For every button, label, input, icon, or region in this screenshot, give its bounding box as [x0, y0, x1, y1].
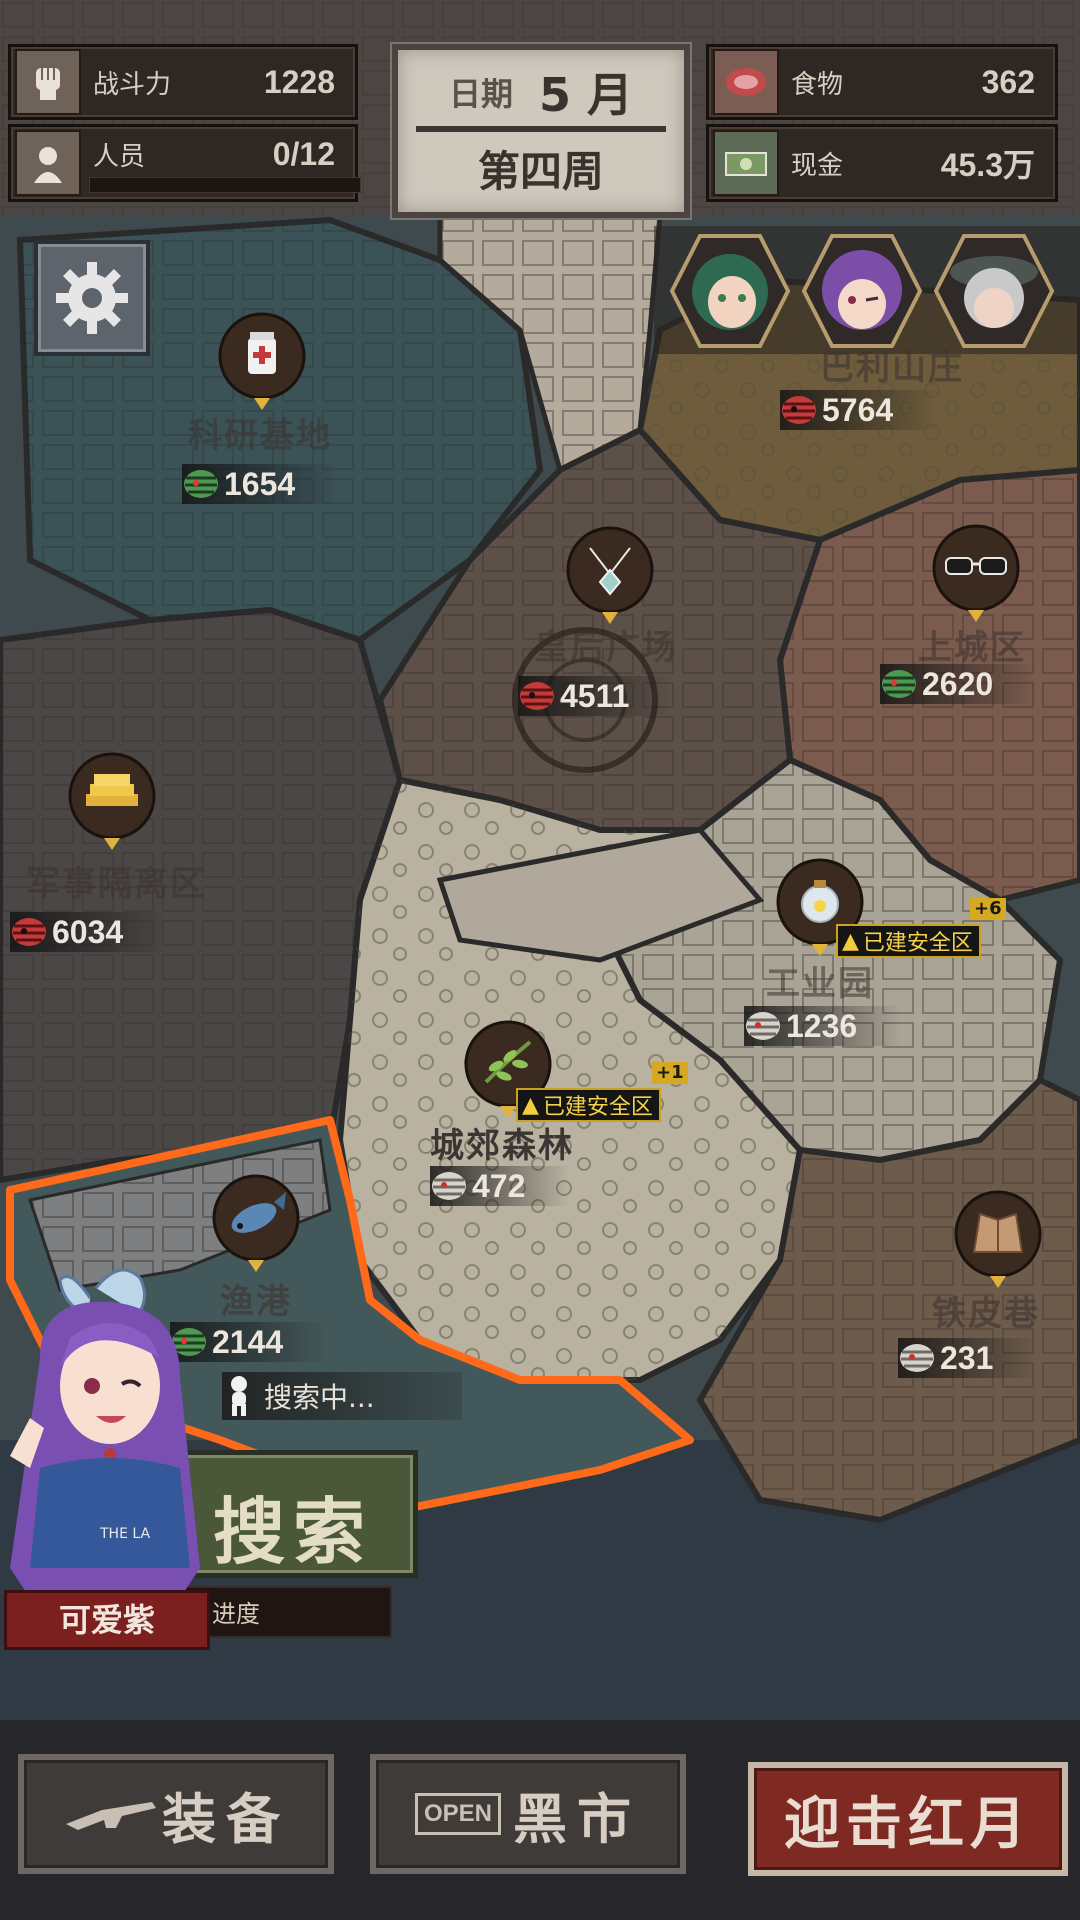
portrait-purple-hair[interactable]: [802, 232, 922, 350]
cash-label: 现金: [791, 150, 844, 181]
portrait-grey-hair[interactable]: [934, 232, 1054, 350]
mummy-head-green-icon: [882, 670, 916, 698]
zone-power-queen-square: 4511: [518, 676, 674, 716]
fist-icon: [15, 49, 81, 115]
searching-status: 搜索中...: [222, 1372, 462, 1420]
date-week: 第四周: [477, 147, 604, 196]
date-divider: [416, 126, 666, 132]
character-purple-hair: THE LA: [10, 1268, 200, 1598]
personnel-panel: 人员 0/12: [8, 124, 361, 202]
zone-name-research-base: 科研基地: [188, 416, 332, 456]
black-market-button[interactable]: OPEN 黑市: [370, 1754, 686, 1874]
character-name-label: 可爱紫: [4, 1590, 210, 1650]
zone-name-tin-alley: 铁皮巷: [932, 1294, 1040, 1334]
zone-name-industrial-park: 工业园: [766, 964, 874, 1004]
mummy-head-red-icon: [782, 396, 816, 424]
food-label: 食物: [791, 69, 844, 100]
settings-button[interactable]: [34, 240, 150, 356]
zone-marker-tin-alley[interactable]: [954, 1190, 1042, 1290]
zone-power-barry-manor: 5764: [780, 390, 938, 430]
zone-name-military-quarantine: 军事隔离区: [26, 864, 206, 904]
tent-icon: ▲: [522, 1092, 539, 1118]
zone-marker-uptown[interactable]: [932, 524, 1020, 624]
zone-power-industrial-park: 1236: [744, 1006, 902, 1046]
mummy-head-grey-icon: [432, 1172, 466, 1200]
tent-icon: ▲: [842, 928, 859, 954]
personnel-label: 人员: [93, 141, 146, 172]
zone-power-tin-alley: 231: [898, 1338, 1038, 1378]
zone-marker-research-base[interactable]: [218, 312, 306, 412]
equipment-button[interactable]: 装备: [18, 1754, 334, 1874]
mummy-head-green-icon: [184, 470, 218, 498]
zone-name-suburban-forest: 城郊森林: [430, 1126, 574, 1166]
combat-power-panel: 战斗力 1228: [8, 44, 358, 120]
portrait-green-hair[interactable]: [670, 232, 790, 350]
zone-name-uptown: 上城区: [918, 628, 1026, 668]
mummy-head-grey-icon: [900, 1344, 934, 1372]
game-screen: { "hud": { "combat_label": "战斗力", "comba…: [0, 0, 1080, 1920]
safe-zone-badge-industrial: ▲ 已建安全区: [836, 924, 981, 958]
personnel-value: 0/12: [272, 135, 335, 172]
bonus-badge-forest: +1: [652, 1062, 688, 1084]
food-value: 362: [981, 63, 1035, 100]
bonus-badge-industrial: +6: [970, 898, 1006, 920]
date-board: 日期 5 月 第四周: [392, 44, 690, 218]
zone-power-uptown: 2620: [880, 664, 1038, 704]
zone-marker-queen-square[interactable]: [566, 526, 654, 626]
rifle-icon: [66, 1802, 156, 1830]
cash-value: 45.3万: [940, 147, 1035, 183]
mummy-head-red-icon: [12, 918, 46, 946]
combat-power-label: 战斗力: [93, 69, 172, 100]
zone-marker-military-quarantine[interactable]: [68, 752, 156, 852]
zone-name-queen-square: 皇后广场: [534, 628, 678, 668]
combat-power-value: 1228: [263, 63, 335, 100]
meat-icon: [713, 49, 779, 115]
zone-name-barry-manor: 巴利山庄: [820, 348, 964, 388]
cash-icon: [713, 130, 779, 196]
food-panel: 食物 362: [706, 44, 1058, 120]
mummy-head-red-icon: [520, 682, 554, 710]
team-portraits: [654, 226, 1080, 354]
zone-power-military-quarantine: 6034: [10, 912, 168, 952]
zone-power-suburban-forest: 472: [430, 1166, 570, 1206]
personnel-bar: [89, 177, 361, 193]
zone-power-research-base: 1654: [182, 464, 340, 504]
open-sign-icon: OPEN: [414, 1793, 501, 1835]
date-month: 5 月: [538, 68, 634, 122]
zone-marker-fishing-port[interactable]: [212, 1174, 300, 1274]
person-icon: [15, 130, 81, 196]
svg-text:THE LA: THE LA: [99, 1526, 150, 1542]
gear-icon: [56, 262, 128, 334]
mummy-head-grey-icon: [746, 1012, 780, 1040]
cash-panel: 现金 45.3万: [706, 124, 1058, 202]
safe-zone-badge-forest: ▲ 已建安全区: [516, 1088, 661, 1122]
face-red-moon-button[interactable]: 迎击红月: [748, 1762, 1068, 1876]
date-label: 日期: [448, 75, 513, 113]
